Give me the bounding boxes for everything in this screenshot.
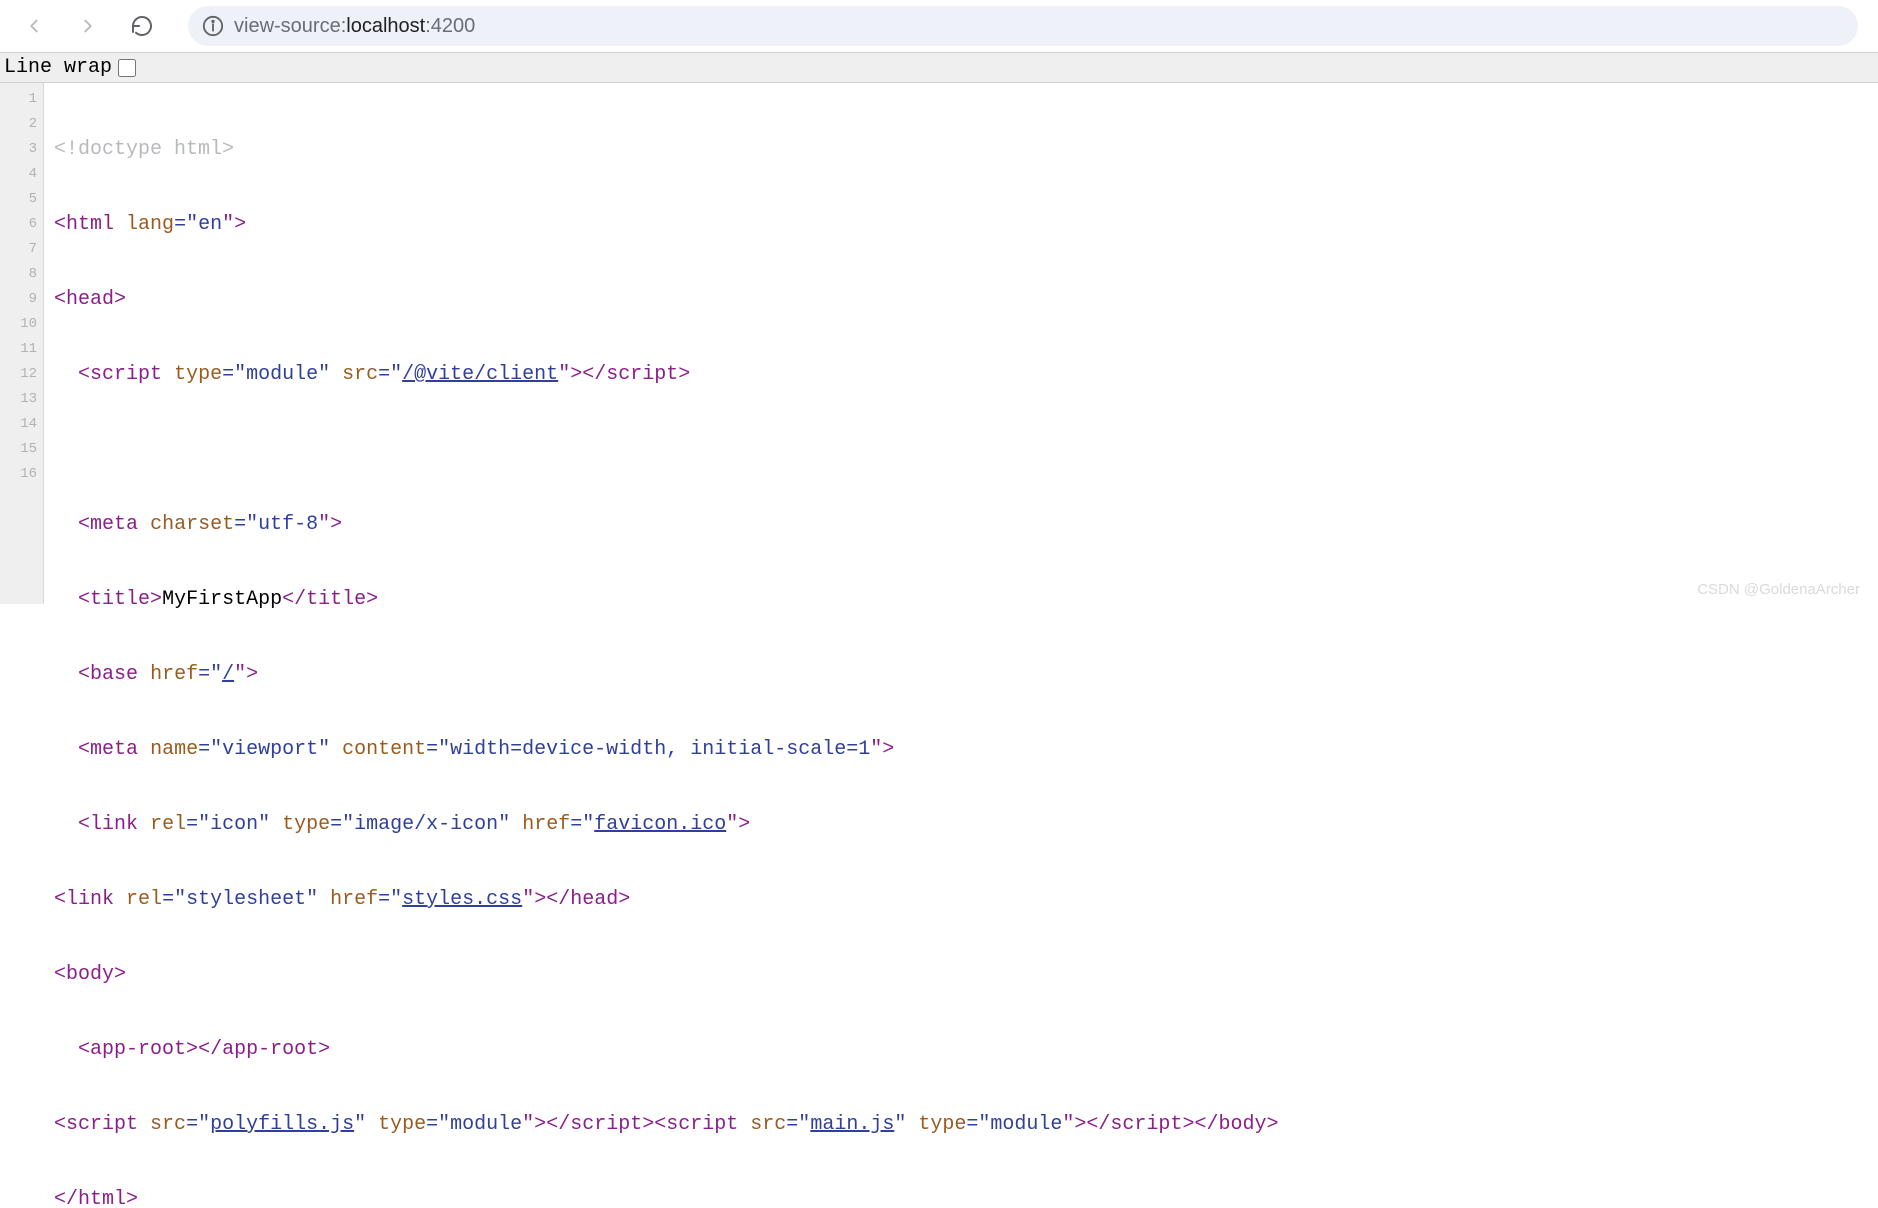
line-number: 5: [0, 187, 37, 212]
line-number: 6: [0, 212, 37, 237]
line-number: 15: [0, 437, 37, 462]
line-number: 2: [0, 112, 37, 137]
line-number: 11: [0, 337, 37, 362]
line-number: 1: [0, 87, 37, 112]
line-number: 3: [0, 137, 37, 162]
line-number: 7: [0, 237, 37, 262]
browser-toolbar: view-source:localhost:4200: [0, 0, 1878, 52]
back-button[interactable]: [20, 12, 48, 40]
forward-button[interactable]: [74, 12, 102, 40]
line-wrap-label: Line wrap: [4, 56, 112, 79]
reload-button[interactable]: [128, 12, 156, 40]
line-number: 8: [0, 262, 37, 287]
source-code: <!doctype html> <html lang="en"> <head> …: [44, 83, 1279, 604]
line-number: 14: [0, 412, 37, 437]
address-text: view-source:localhost:4200: [234, 15, 475, 38]
info-icon[interactable]: [202, 15, 224, 37]
line-wrap-checkbox[interactable]: [118, 59, 136, 77]
line-number-gutter: 12345678910111213141516: [0, 83, 44, 604]
line-wrap-bar: Line wrap: [0, 52, 1878, 82]
line-number: 10: [0, 312, 37, 337]
line-number: 16: [0, 462, 37, 487]
watermark: CSDN @GoldenaArcher: [1697, 581, 1860, 598]
base-href-link[interactable]: /: [222, 663, 234, 686]
source-view: 12345678910111213141516 <!doctype html> …: [0, 82, 1878, 604]
polyfills-link[interactable]: polyfills.js: [210, 1113, 354, 1136]
line-number: 12: [0, 362, 37, 387]
doctype: <!doctype html>: [54, 138, 234, 161]
favicon-link[interactable]: favicon.ico: [594, 813, 726, 836]
line-number: 13: [0, 387, 37, 412]
address-bar[interactable]: view-source:localhost:4200: [188, 6, 1858, 46]
line-number: 9: [0, 287, 37, 312]
main-js-link[interactable]: main.js: [810, 1113, 894, 1136]
styles-link[interactable]: styles.css: [402, 888, 522, 911]
vite-client-link[interactable]: /@vite/client: [402, 363, 558, 386]
line-number: 4: [0, 162, 37, 187]
